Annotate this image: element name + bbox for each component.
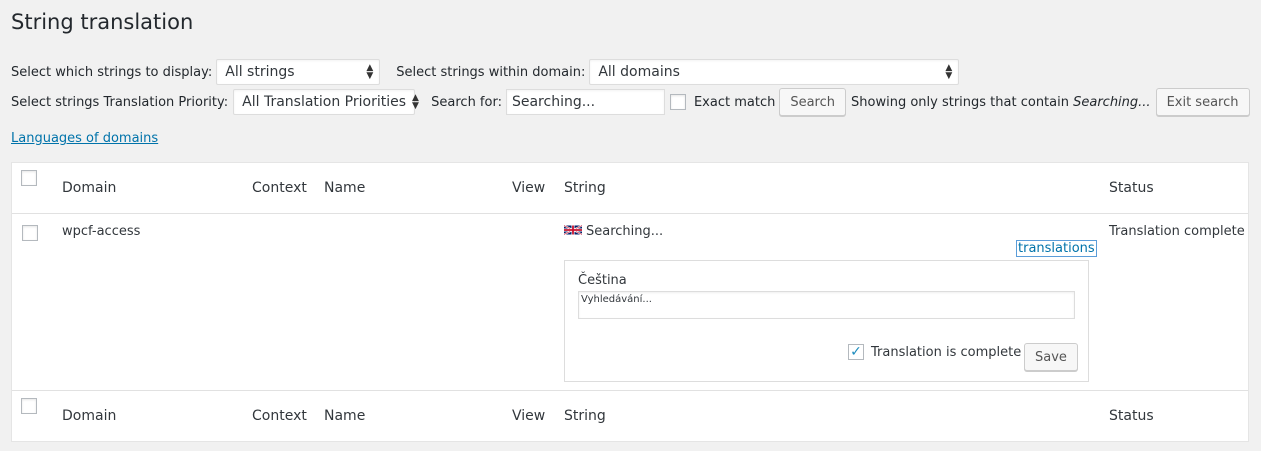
footer-column-view: View	[512, 408, 546, 424]
translation-complete-label: Translation is complete	[871, 345, 1022, 360]
search-label: Search for:	[431, 94, 502, 110]
search-button[interactable]: Search	[779, 88, 847, 116]
uk-flag-icon	[564, 224, 582, 236]
page-title: String translation	[11, 10, 194, 34]
column-header-name[interactable]: Name	[324, 180, 365, 196]
column-header-string[interactable]: String	[564, 180, 606, 196]
languages-of-domains-link[interactable]: Languages of domains	[11, 131, 158, 146]
search-input[interactable]: Searching...	[505, 89, 665, 115]
footer-divider	[12, 390, 1248, 391]
select-all-checkbox-footer[interactable]	[21, 398, 37, 414]
column-header-context[interactable]: Context	[252, 180, 307, 196]
footer-column-context[interactable]: Context	[252, 408, 307, 424]
up-down-arrows-icon: ▲ ▼	[366, 63, 374, 81]
column-header-status: Status	[1109, 180, 1154, 196]
column-header-view: View	[512, 180, 546, 196]
translation-complete-checkbox[interactable]: ✓	[848, 344, 864, 360]
footer-column-name[interactable]: Name	[324, 408, 365, 424]
exact-match-label: Exact match	[693, 94, 776, 110]
exit-search-button[interactable]: Exit search	[1155, 88, 1250, 116]
translation-textarea[interactable]: Vyhledávání...	[578, 291, 1075, 319]
up-down-arrows-icon: ▲ ▼	[412, 93, 419, 111]
translations-link[interactable]: translations	[1016, 240, 1097, 257]
translation-editor: Čeština Vyhledávání... ✓ Translation is …	[564, 260, 1089, 382]
domain-filter-label: Select strings within domain:	[396, 64, 586, 80]
display-filter-label: Select which strings to display:	[11, 64, 213, 80]
strings-table: Domain Context Name View String Status w…	[11, 162, 1249, 442]
row-string: Searching...	[564, 224, 663, 239]
footer-column-string[interactable]: String	[564, 408, 606, 424]
select-all-checkbox[interactable]	[21, 170, 37, 186]
footer-column-domain[interactable]: Domain	[62, 408, 116, 424]
row-checkbox[interactable]	[22, 225, 38, 241]
translation-language-label: Čeština	[578, 273, 627, 288]
priority-select[interactable]: All Translation Priorities ▲ ▼	[233, 89, 419, 115]
filter-row-1: Select which strings to display: All str…	[11, 59, 960, 85]
priority-filter-label: Select strings Translation Priority:	[11, 94, 229, 110]
header-divider	[12, 213, 1248, 214]
row-domain: wpcf-access	[62, 224, 141, 239]
footer-column-status: Status	[1109, 408, 1154, 424]
search-status-text: Showing only strings that contain Search…	[851, 94, 1151, 110]
save-button[interactable]: Save	[1024, 343, 1078, 371]
column-header-domain[interactable]: Domain	[62, 180, 116, 196]
filter-row-2: Select strings Translation Priority: All…	[11, 88, 1250, 116]
row-status: Translation complete	[1109, 224, 1245, 239]
checkmark-icon: ✓	[850, 344, 862, 360]
display-select[interactable]: All strings ▲ ▼	[216, 59, 381, 85]
domain-select[interactable]: All domains ▲ ▼	[589, 59, 960, 85]
up-down-arrows-icon: ▲ ▼	[945, 63, 953, 81]
exact-match-checkbox[interactable]	[669, 94, 686, 110]
